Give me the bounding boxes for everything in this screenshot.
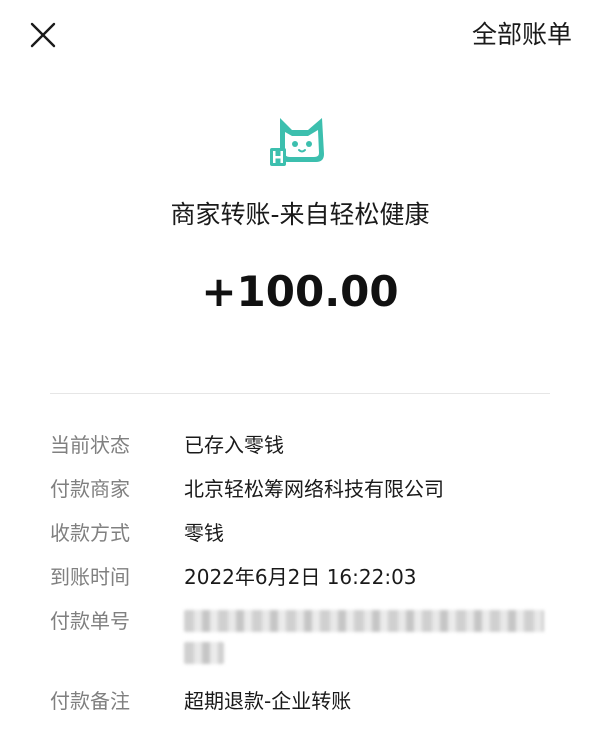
method-value: 零钱 xyxy=(184,521,224,545)
close-icon xyxy=(30,22,56,48)
time-value: 2022年6月2日 16:22:03 xyxy=(184,565,417,589)
payer-label: 付款商家 xyxy=(50,477,130,501)
payer-value: 北京轻松筹网络科技有限公司 xyxy=(184,477,444,501)
transaction-details: 当前状态 已存入零钱 付款商家 北京轻松筹网络科技有限公司 收款方式 零钱 到账… xyxy=(50,430,550,730)
serial-row: 付款单号 xyxy=(50,606,550,664)
remark-label: 付款备注 xyxy=(50,689,130,713)
close-button[interactable] xyxy=(26,18,60,52)
remark-value: 超期退款-企业转账 xyxy=(184,689,352,713)
cat-logo-icon xyxy=(270,118,324,166)
merchant-title: 商家转账-来自轻松健康 xyxy=(170,200,430,229)
status-label: 当前状态 xyxy=(50,433,130,457)
merchant-logo xyxy=(268,110,332,174)
time-label: 到账时间 xyxy=(50,565,130,589)
serial-value-redacted xyxy=(184,606,544,664)
payer-row: 付款商家 北京轻松筹网络科技有限公司 xyxy=(50,474,550,504)
redacted-block xyxy=(184,610,544,632)
remark-row: 付款备注 超期退款-企业转账 xyxy=(50,686,550,716)
divider xyxy=(50,393,550,394)
method-label: 收款方式 xyxy=(50,521,130,545)
status-row: 当前状态 已存入零钱 xyxy=(50,430,550,460)
amount: +100.00 xyxy=(201,267,399,316)
redacted-block xyxy=(184,642,224,664)
all-bills-link[interactable]: 全部账单 xyxy=(472,18,572,52)
serial-label: 付款单号 xyxy=(50,609,130,633)
time-row: 到账时间 2022年6月2日 16:22:03 xyxy=(50,562,550,592)
top-bar: 全部账单 xyxy=(0,0,600,70)
status-value: 已存入零钱 xyxy=(184,433,284,457)
method-row: 收款方式 零钱 xyxy=(50,518,550,548)
